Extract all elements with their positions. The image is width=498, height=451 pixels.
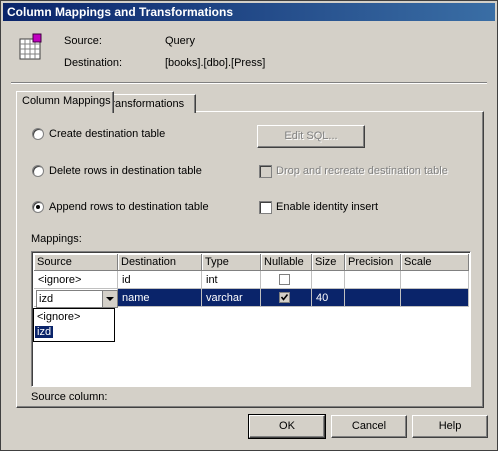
destination-cell: id: [118, 271, 202, 289]
edit-sql-button[interactable]: Edit SQL...: [257, 125, 365, 148]
column-header-destination[interactable]: Destination: [118, 254, 202, 271]
column-header-source[interactable]: Source: [34, 254, 118, 271]
scale-cell: [401, 271, 469, 289]
drop-recreate-checkbox[interactable]: [259, 165, 272, 178]
tab-label: Transformations: [105, 98, 185, 110]
source-value: Query: [165, 35, 195, 47]
append-rows-label: Append rows to destination table: [49, 201, 209, 213]
precision-cell: [345, 271, 401, 289]
create-table-label: Create destination table: [49, 128, 166, 140]
create-table-radio[interactable]: [32, 128, 44, 140]
dialog-window: Column Mappings and Transformations Sour…: [0, 0, 498, 451]
delete-rows-label: Delete rows in destination table: [49, 165, 202, 177]
column-header-scale[interactable]: Scale: [401, 254, 469, 271]
nullable-checkbox: [279, 274, 290, 285]
type-cell: varchar: [202, 289, 261, 307]
table-icon: [19, 33, 42, 60]
radio-selected-dot: [36, 205, 40, 209]
dropdown-option[interactable]: <ignore>: [35, 311, 82, 325]
precision-cell: [345, 289, 401, 307]
source-dropdown-list[interactable]: <ignore> izd: [33, 308, 115, 342]
source-cell[interactable]: izd: [34, 289, 118, 308]
separator-highlight: [11, 83, 487, 84]
destination-value: [books].[dbo].[Press]: [165, 57, 266, 69]
source-combobox[interactable]: izd: [36, 290, 118, 308]
destination-label: Destination:: [64, 57, 123, 69]
tab-column-mappings[interactable]: Column Mappings: [16, 91, 114, 113]
title-bar: Column Mappings and Transformations: [3, 3, 495, 21]
drop-recreate-label: Drop and recreate destination table: [276, 165, 448, 177]
identity-insert-label: Enable identity insert: [276, 201, 379, 213]
tab-label: Column Mappings: [22, 95, 111, 107]
help-button[interactable]: Help: [412, 415, 488, 438]
column-header-nullable[interactable]: Nullable: [261, 254, 312, 271]
ok-button[interactable]: OK: [248, 414, 326, 439]
column-header-size[interactable]: Size: [312, 254, 345, 271]
source-cell[interactable]: <ignore>: [34, 271, 118, 289]
destination-cell: name: [118, 289, 202, 307]
column-header-type[interactable]: Type: [202, 254, 261, 271]
scale-cell: [401, 289, 469, 307]
cancel-button[interactable]: Cancel: [331, 415, 407, 438]
nullable-cell: [261, 271, 312, 289]
source-column-label: Source column:: [31, 391, 108, 403]
nullable-cell: [261, 289, 312, 307]
column-header-precision[interactable]: Precision: [345, 254, 401, 271]
nullable-checkbox-checked: [279, 292, 290, 303]
append-rows-radio[interactable]: [32, 201, 44, 213]
dropdown-option-selected[interactable]: izd: [35, 326, 54, 340]
source-label: Source:: [64, 35, 102, 47]
delete-rows-radio[interactable]: [32, 165, 44, 177]
type-cell: int: [202, 271, 261, 289]
size-cell: [312, 271, 345, 289]
size-cell: 40: [312, 289, 345, 307]
identity-insert-checkbox[interactable]: [259, 201, 272, 214]
chevron-down-icon[interactable]: [102, 291, 117, 307]
window-title: Column Mappings and Transformations: [7, 5, 234, 19]
mappings-label: Mappings:: [31, 233, 82, 245]
